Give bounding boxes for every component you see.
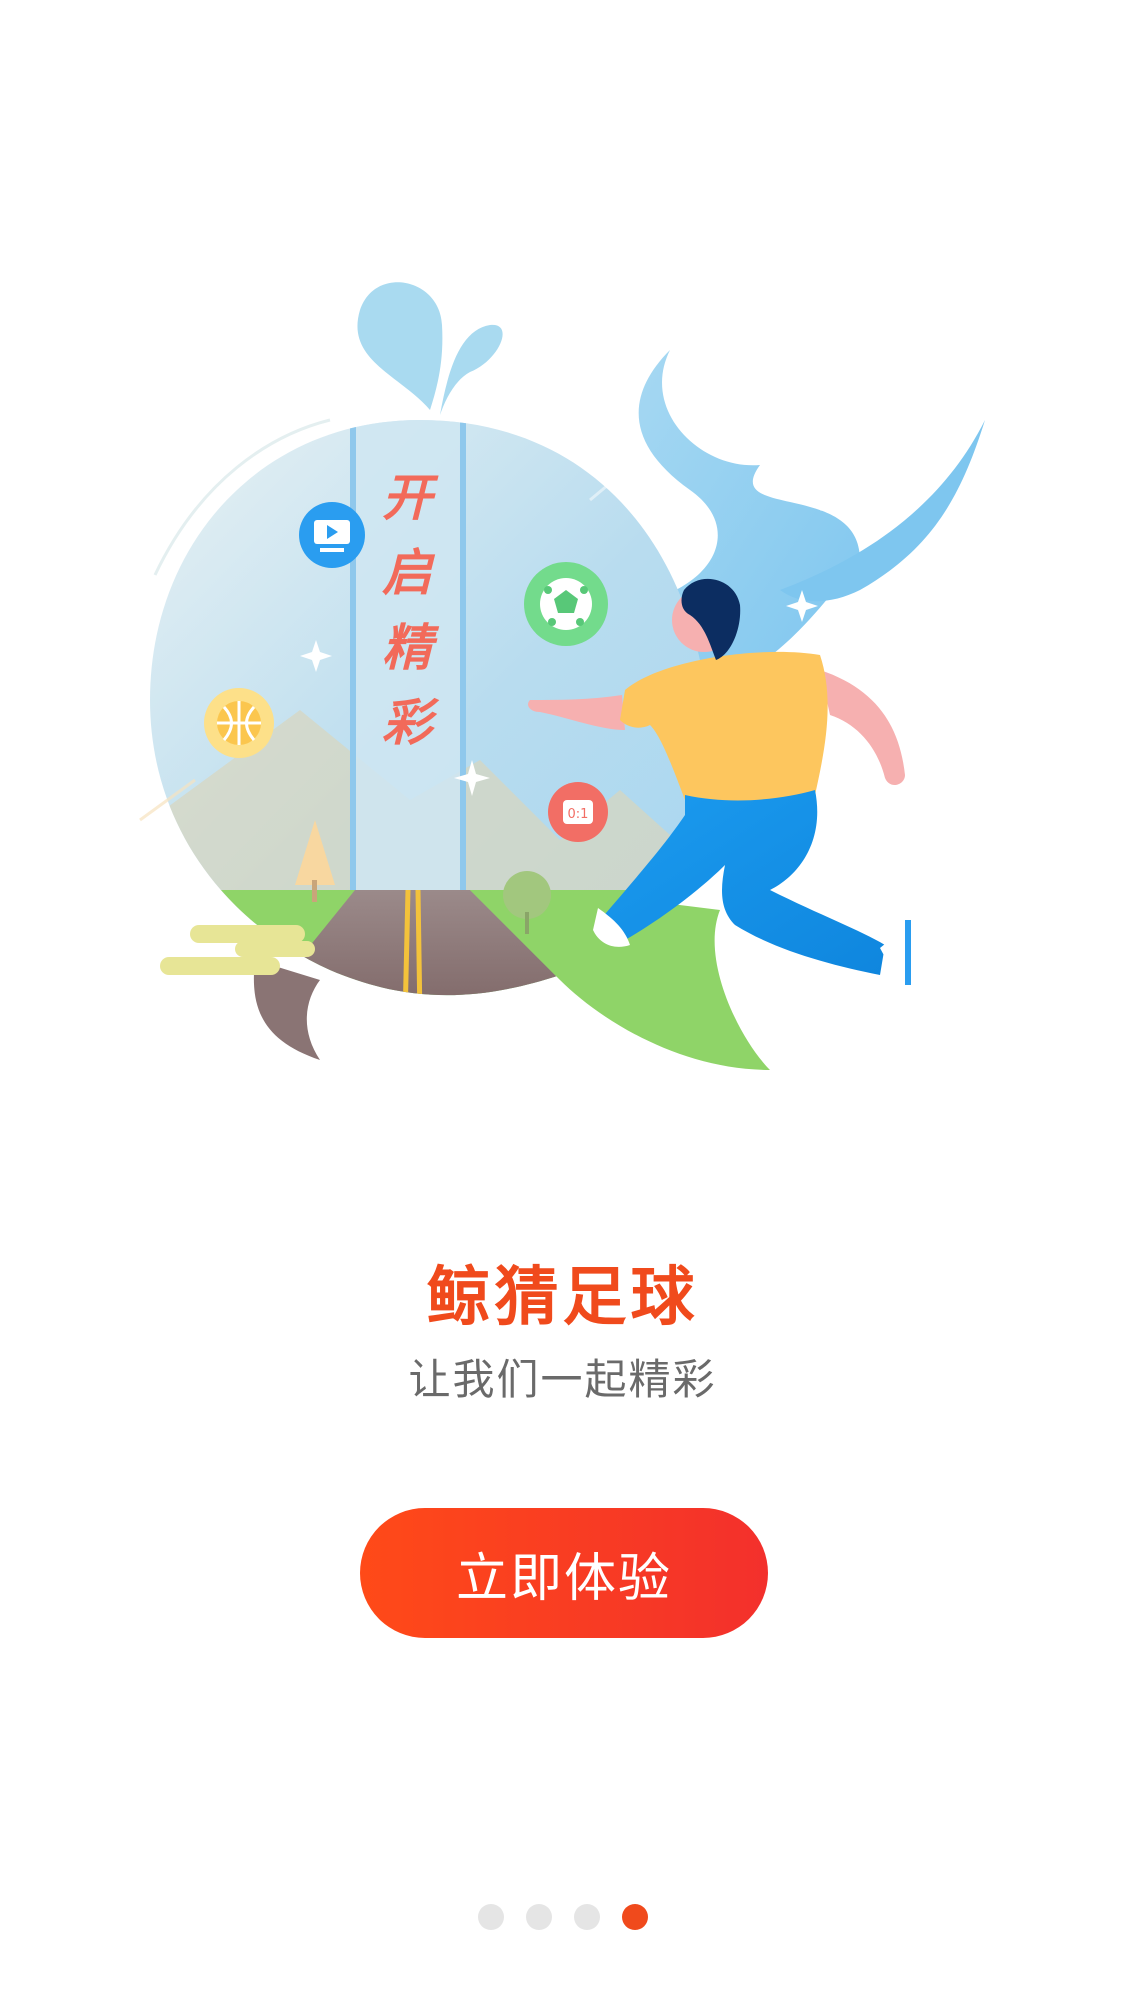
whale-illustration: 开 启 精 彩 0:1 — [139, 282, 985, 1070]
cloud-left — [160, 925, 315, 975]
page-dot-1[interactable] — [477, 1904, 504, 1930]
app-subtitle: 让我们一起精彩 — [408, 1355, 717, 1404]
banner-char-1: 开 — [382, 469, 439, 527]
water-spout-left — [357, 282, 443, 410]
page-dot-2[interactable] — [525, 1904, 552, 1930]
tv-icon — [299, 502, 365, 568]
try-now-button[interactable]: 立即体验 — [360, 1508, 768, 1638]
soccer-ball-icon — [524, 562, 608, 646]
page-indicator — [0, 1904, 1125, 1930]
water-spout-right — [440, 324, 503, 415]
svg-text:0:1: 0:1 — [568, 807, 589, 822]
page-dot-4-active[interactable] — [621, 1904, 648, 1930]
banner-char-4: 彩 — [382, 694, 440, 752]
scoreboard-icon: 0:1 — [548, 782, 608, 842]
app-title: 鲸猜足球 — [426, 1261, 699, 1335]
onboarding-screen: 开 启 精 彩 0:1 鲸猜足球 让我们一起精彩 立即体验 — [0, 0, 1125, 2001]
banner-char-3: 精 — [382, 619, 440, 677]
basketball-icon — [204, 688, 274, 758]
page-dot-3[interactable] — [573, 1904, 600, 1930]
banner-char-2: 启 — [382, 544, 436, 602]
